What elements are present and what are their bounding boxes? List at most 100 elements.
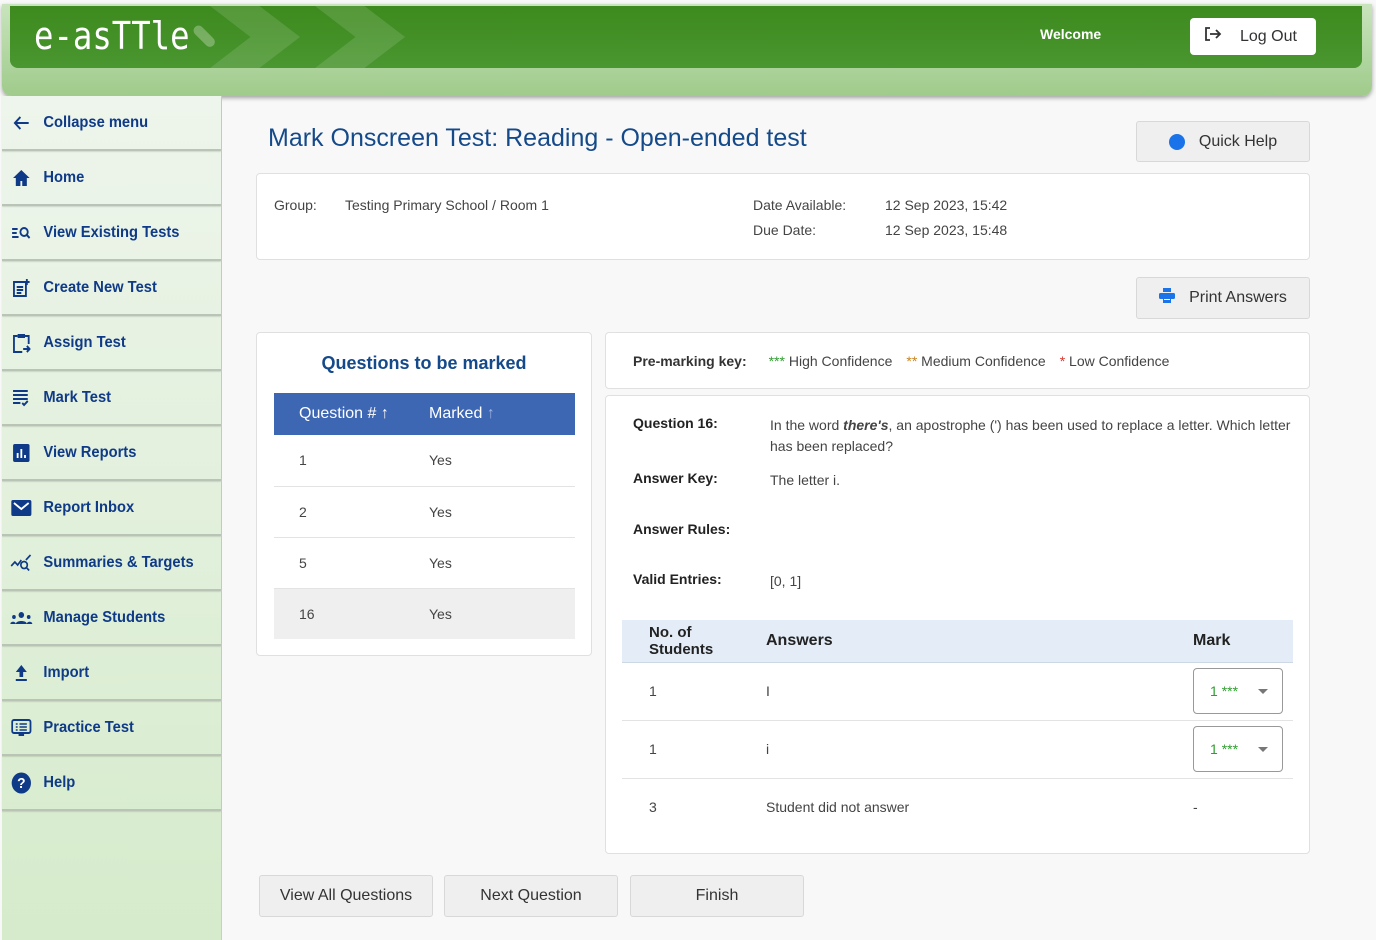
mark-select[interactable]: 1 ***: [1193, 668, 1283, 714]
list-search-icon: [9, 226, 33, 240]
chevron-down-icon: [1258, 746, 1268, 752]
sidebar-item-label: Report Inbox: [43, 498, 135, 516]
sidebar-item-view-reports[interactable]: View Reports: [2, 426, 221, 481]
sidebar-item-label: Summaries & Targets: [43, 553, 194, 571]
next-question-button[interactable]: Next Question: [444, 875, 618, 917]
print-answers-button[interactable]: Print Answers: [1136, 277, 1310, 319]
sidebar-item-label: Assign Test: [43, 333, 126, 351]
bar-chart-icon: [9, 443, 33, 462]
marked-status: Yes: [429, 486, 575, 538]
sidebar-item-help[interactable]: ? Help: [2, 756, 221, 811]
envelope-icon: [9, 499, 33, 516]
date-available-value: 12 Sep 2023, 15:42: [885, 197, 1008, 213]
sidebar-item-create-new-test[interactable]: Create New Test: [2, 261, 221, 316]
column-header-marked[interactable]: Marked ↑: [429, 393, 575, 435]
column-header-no-of-students: No. of Students: [622, 620, 766, 663]
marked-status: Yes: [429, 588, 575, 639]
due-date-label: Due Date:: [753, 222, 817, 238]
question-number: 2: [274, 486, 429, 538]
view-all-questions-button[interactable]: View All Questions: [259, 875, 433, 917]
quick-help-label: Quick Help: [1198, 132, 1278, 150]
sidebar-item-collapse-menu[interactable]: Collapse menu: [2, 96, 221, 151]
marked-status: Yes: [429, 435, 575, 487]
questions-panel-title: Questions to be marked: [321, 353, 527, 373]
answers-table: No. of Students Answers Mark 1 I 1 *** 1 …: [622, 620, 1293, 836]
premarking-key-card: Pre-marking key: *** High Confidence ** …: [605, 332, 1310, 389]
student-count: 1: [622, 720, 766, 779]
test-info-card: Group: Testing Primary School / Room 1 D…: [256, 173, 1310, 260]
key-medium-confidence: ** Medium Confidence: [906, 352, 1046, 369]
sidebar-item-label: View Existing Tests: [43, 223, 180, 241]
table-row[interactable]: 1 Yes: [274, 435, 575, 487]
column-header-question-number[interactable]: Question # ↑: [274, 393, 429, 435]
mark-select[interactable]: 1 ***: [1193, 726, 1283, 772]
column-header-answers: Answers: [766, 620, 1193, 663]
app-header: e-asTTle Welcome Log Out: [2, 4, 1372, 96]
sort-arrow-up-icon: ↑: [486, 405, 495, 422]
question-label: Question 16:: [633, 415, 718, 431]
answer-text: I: [766, 662, 1193, 721]
sidebar-item-mark-test[interactable]: Mark Test: [2, 371, 221, 426]
sidebar-item-label: Help: [43, 773, 76, 791]
student-count: 3: [649, 799, 657, 816]
group-icon: [9, 611, 33, 625]
sidebar-item-view-existing-tests[interactable]: View Existing Tests: [2, 206, 221, 261]
sidebar-item-manage-students[interactable]: Manage Students: [2, 591, 221, 646]
question-detail-card: Question 16: In the word there's, an apo…: [605, 395, 1310, 854]
valid-entries-value: [0, 1]: [770, 573, 802, 589]
sidebar-item-import[interactable]: Import: [2, 646, 221, 701]
student-count: 1: [622, 662, 766, 721]
answer-rules-label: Answer Rules:: [633, 521, 731, 537]
mark-value: 1 ***: [1210, 683, 1239, 699]
chevron-down-icon: [1258, 688, 1268, 694]
table-row: 1 i 1 ***: [622, 720, 1293, 779]
arrow-left-icon: [9, 115, 33, 131]
upload-icon: [9, 664, 33, 682]
help-circle-icon: ?: [1168, 133, 1185, 150]
sidebar-item-home[interactable]: Home: [2, 151, 221, 206]
answer-text: Student did not answer: [766, 799, 910, 816]
header-banner: e-asTTle Welcome Log Out: [10, 6, 1362, 68]
table-row[interactable]: 2 Yes: [274, 486, 575, 538]
chevron-decoration-icon: [315, 6, 405, 68]
question-number: 5: [274, 537, 429, 589]
premarking-key-label: Pre-marking key:: [633, 352, 747, 369]
printer-icon: [1159, 288, 1176, 308]
finish-button[interactable]: Finish: [630, 875, 804, 917]
note-add-icon: [9, 278, 33, 298]
monitor-list-icon: [9, 718, 33, 737]
sidebar-item-label: Mark Test: [43, 388, 112, 406]
print-answers-label: Print Answers: [1189, 289, 1287, 306]
mark-value: 1 ***: [1210, 741, 1239, 757]
trend-search-icon: [9, 553, 33, 572]
quick-help-button[interactable]: ? Quick Help: [1136, 121, 1310, 162]
logout-icon: [1204, 26, 1222, 47]
page-title: Mark Onscreen Test: Reading - Open-ended…: [268, 124, 807, 152]
key-low-confidence: * Low Confidence: [1059, 352, 1170, 369]
table-row[interactable]: 5 Yes: [274, 537, 575, 589]
clipboard-assign-icon: [9, 333, 33, 353]
sidebar-item-report-inbox[interactable]: Report Inbox: [2, 481, 221, 536]
app-logo[interactable]: e-asTTle: [34, 14, 190, 58]
sidebar-item-assign-test[interactable]: Assign Test: [2, 316, 221, 371]
sidebar-item-label: View Reports: [43, 443, 137, 461]
marked-status: Yes: [429, 537, 575, 589]
sidebar-item-practice-test[interactable]: Practice Test: [2, 701, 221, 756]
question-text: In the word there's, an apostrophe (') h…: [770, 417, 1291, 454]
chevron-decoration-icon: [210, 6, 300, 68]
logout-button[interactable]: Log Out: [1190, 18, 1316, 55]
sort-arrow-up-icon: ↑: [380, 405, 389, 422]
answer-key-label: Answer Key:: [633, 470, 718, 486]
sidebar-item-summaries-targets[interactable]: Summaries & Targets: [2, 536, 221, 591]
mark-value: -: [1193, 799, 1198, 816]
table-row-active[interactable]: 16 Yes: [274, 588, 575, 639]
table-row: 3 Student did not answer -: [622, 778, 1293, 836]
answer-text: i: [766, 720, 1193, 779]
sidebar-nav: Collapse menu Home View Existing Tests C…: [2, 96, 222, 940]
help-circle-icon: ?: [9, 772, 33, 794]
questions-to-be-marked-panel: Questions to be marked Question # ↑ Mark…: [256, 332, 592, 656]
valid-entries-label: Valid Entries:: [633, 571, 722, 587]
sidebar-item-label: Manage Students: [43, 608, 166, 626]
question-number: 1: [274, 435, 429, 487]
welcome-text: Welcome: [1040, 26, 1102, 42]
